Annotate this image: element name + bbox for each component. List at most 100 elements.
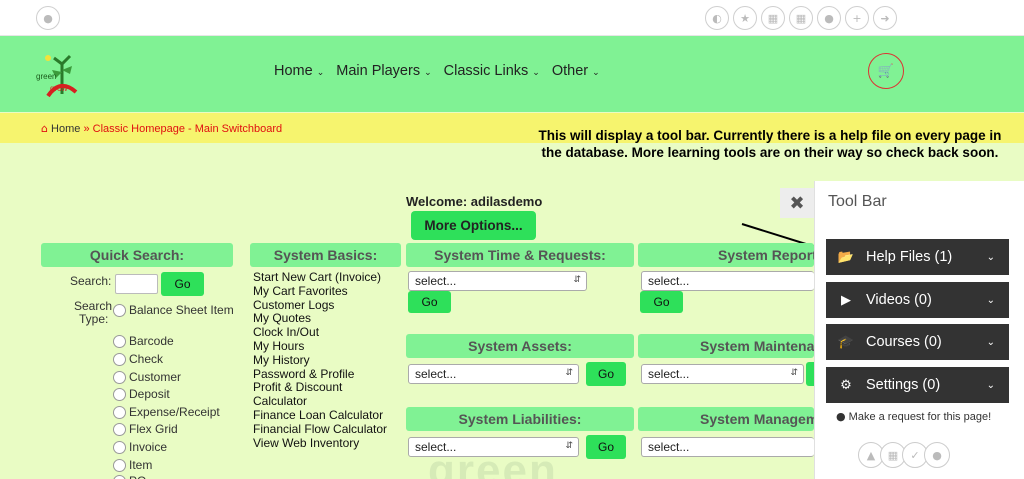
radio-label: Flex Grid xyxy=(129,422,178,436)
radio-invoice[interactable]: Invoice xyxy=(113,440,167,454)
quick-search-go-button[interactable]: Go xyxy=(161,272,204,296)
link-financial-flow-calculator[interactable]: Financial Flow Calculator xyxy=(253,422,403,437)
radio-customer[interactable]: Customer xyxy=(113,370,181,384)
nav-classic-links[interactable]: Classic Links ⌄ xyxy=(444,63,540,79)
system-reports-header: System Reports: xyxy=(638,243,814,267)
reports-select[interactable]: select... xyxy=(641,271,814,291)
quick-search-header: Quick Search: xyxy=(41,243,233,267)
request-label: Make a request for this page! xyxy=(848,411,992,423)
system-basics-links: Start New Cart (Invoice) My Cart Favorit… xyxy=(253,270,403,451)
videos-button[interactable]: ▶ Videos (0) ⌄ xyxy=(826,282,1009,318)
system-maintenance-header: System Maintenance: xyxy=(638,334,814,358)
building-icon[interactable]: ▦ xyxy=(761,6,785,30)
search-input[interactable] xyxy=(115,274,158,294)
select-arrow-icon: ⇵ xyxy=(565,367,573,377)
link-password-profile[interactable]: Password & Profile xyxy=(253,367,403,382)
reports-go-button[interactable]: Go xyxy=(640,291,683,313)
radio-label: Check xyxy=(129,352,164,366)
nav-home[interactable]: Home ⌄ xyxy=(274,63,324,79)
radio-label: Expense/Receipt xyxy=(129,405,220,419)
select-value: select... xyxy=(648,367,690,381)
link-customer-logs[interactable]: Customer Logs xyxy=(253,298,403,313)
chevron-down-icon: ⌄ xyxy=(986,294,995,306)
radio-deposit[interactable]: Deposit xyxy=(113,387,170,401)
link-clock-in-out[interactable]: Clock In/Out xyxy=(253,325,403,340)
calendar-icon[interactable]: ▦ xyxy=(789,6,813,30)
help-files-label: Help Files (1) xyxy=(866,249,953,265)
cart-button[interactable]: 🛒 xyxy=(868,53,904,89)
nav-main-players[interactable]: Main Players ⌄ xyxy=(336,63,431,79)
management-select[interactable]: select... xyxy=(641,437,814,457)
radio-label: Invoice xyxy=(129,440,168,454)
nav-classic-links-label: Classic Links xyxy=(443,63,529,79)
main-header: green grow Home ⌄ Main Players ⌄ Classic… xyxy=(0,36,1024,112)
help-files-button[interactable]: 📂 Help Files (1) ⌄ xyxy=(826,239,1009,275)
add-user-icon[interactable]: + xyxy=(845,6,869,30)
breadcrumb-home[interactable]: Home xyxy=(51,123,80,135)
select-value: select... xyxy=(415,274,457,288)
radio-po[interactable]: PO xyxy=(113,474,146,479)
nav-other[interactable]: Other ⌄ xyxy=(552,63,600,79)
chevron-down-icon: ⌄ xyxy=(316,67,325,77)
welcome-text: Welcome: adilasdemo xyxy=(406,194,543,209)
link-finance-loan-calculator[interactable]: Finance Loan Calculator xyxy=(253,408,403,423)
chevron-down-icon: ⌄ xyxy=(532,67,540,77)
close-toolbar-button[interactable]: ✖ xyxy=(780,188,814,218)
drop-icon[interactable]: ● xyxy=(36,6,60,30)
breadcrumb-current[interactable]: Classic Homepage - Main Switchboard xyxy=(93,123,283,135)
link-my-hours[interactable]: My Hours xyxy=(253,339,403,354)
settings-button[interactable]: ⚙ Settings (0) ⌄ xyxy=(826,367,1009,403)
select-arrow-icon: ⇵ xyxy=(565,440,573,450)
system-basics-header: System Basics: xyxy=(250,243,401,267)
user-icon[interactable]: ● xyxy=(817,6,841,30)
link-profit-discount[interactable]: Profit & Discount xyxy=(253,381,403,395)
search-type-label-1: Search xyxy=(74,299,113,313)
radio-check[interactable]: Check xyxy=(113,352,163,366)
assets-select[interactable]: select... ⇵ xyxy=(408,364,579,384)
radio-flex-grid[interactable]: Flex Grid xyxy=(113,422,178,436)
toolbar-help-note: This will display a tool bar. Currently … xyxy=(538,128,1002,160)
chevron-down-icon: ⌄ xyxy=(986,379,995,391)
star-icon[interactable]: ★ xyxy=(733,6,757,30)
search-type-label-2: Type: xyxy=(79,312,109,326)
link-calculator[interactable]: Calculator xyxy=(253,394,403,409)
select-value: select... xyxy=(648,274,690,288)
videos-label: Videos (0) xyxy=(866,292,932,308)
link-my-cart-favorites[interactable]: My Cart Favorites xyxy=(253,284,403,299)
comment-icon: ● xyxy=(836,410,846,423)
chevron-down-icon: ⌄ xyxy=(986,251,995,263)
green-grow-logo[interactable]: green grow xyxy=(36,50,88,98)
toolbar-title: Tool Bar xyxy=(828,193,887,210)
maintenance-select[interactable]: select... ⇵ xyxy=(641,364,804,384)
top-utility-bar: ● ◐ ★ ▦ ▦ ● + ➜ xyxy=(0,0,1024,36)
radio-barcode[interactable]: Barcode xyxy=(113,334,174,348)
radio-expense-receipt[interactable]: Expense/Receipt xyxy=(113,405,220,419)
radio-item[interactable]: Item xyxy=(113,458,152,472)
courses-button[interactable]: 🎓 Courses (0) ⌄ xyxy=(826,324,1009,360)
link-view-web-inventory[interactable]: View Web Inventory xyxy=(253,436,403,451)
system-liabilities-header: System Liabilities: xyxy=(406,407,634,431)
settings-label: Settings (0) xyxy=(866,377,941,393)
select-value: select... xyxy=(648,440,690,454)
graduation-cap-icon: 🎓 xyxy=(837,334,855,350)
request-link[interactable]: ● Make a request for this page! xyxy=(836,410,991,423)
assets-go-button[interactable]: Go xyxy=(586,362,626,386)
maintenance-go-button[interactable] xyxy=(806,362,814,386)
logout-icon[interactable]: ➜ xyxy=(873,6,897,30)
folder-open-icon: 📂 xyxy=(837,249,855,265)
liabilities-go-button[interactable]: Go xyxy=(586,435,626,459)
more-options-button[interactable]: More Options... xyxy=(411,211,536,240)
liabilities-select[interactable]: select... ⇵ xyxy=(408,437,579,457)
time-requests-go-button[interactable]: Go xyxy=(408,291,451,313)
globe-icon[interactable]: ● xyxy=(924,442,950,468)
logo-text-green: green xyxy=(36,72,57,81)
dashboard-icon[interactable]: ◐ xyxy=(705,6,729,30)
chevron-down-icon: ⌄ xyxy=(424,67,432,77)
close-icon: ✖ xyxy=(789,192,805,213)
radio-balance-sheet-item[interactable]: Balance Sheet Item xyxy=(113,303,239,317)
chevron-down-icon: ⌄ xyxy=(986,336,995,348)
time-requests-select[interactable]: select... ⇵ xyxy=(408,271,587,291)
link-my-quotes[interactable]: My Quotes xyxy=(253,312,403,326)
link-start-new-cart[interactable]: Start New Cart (Invoice) xyxy=(253,270,403,285)
link-my-history[interactable]: My History xyxy=(253,353,403,368)
